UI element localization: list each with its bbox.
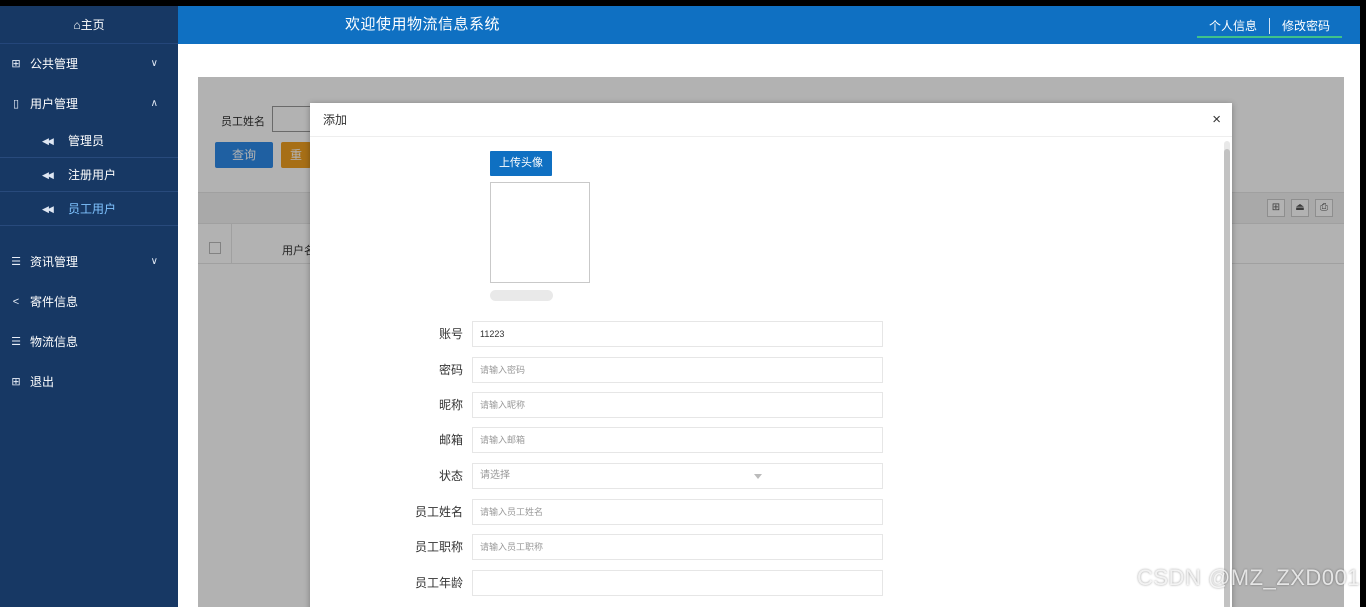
- sidebar-item-label: 公共管理: [30, 57, 79, 71]
- sidebar-subitem-label: 员工用户: [68, 202, 117, 216]
- top-bar: 欢迎使用物流信息系统 个人信息 修改密码: [178, 6, 1360, 44]
- avatar-preview: [490, 182, 590, 283]
- list-icon: ☰: [11, 256, 21, 268]
- user-links: 个人信息 修改密码: [1196, 16, 1342, 38]
- sidebar-subitem-label: 管理员: [68, 134, 105, 148]
- sidebar-subitem-admin[interactable]: ◀◀ 管理员: [0, 124, 178, 158]
- staff-name-label: 员工姓名: [414, 505, 463, 519]
- email-input[interactable]: 请输入邮箱: [472, 427, 883, 453]
- sidebar-subitem-staff[interactable]: ◀◀ 员工用户: [0, 192, 178, 226]
- double-arrow-left-icon: ◀◀: [42, 136, 54, 146]
- password-label: 密码: [438, 363, 463, 377]
- form-row-password: 密码 请输入密码: [310, 357, 910, 383]
- staff-name-input[interactable]: 请输入员工姓名: [472, 499, 883, 525]
- sidebar-item-public[interactable]: ⊞ 公共管理 ∨: [0, 44, 178, 84]
- add-dialog: 添加 × 上传头像 账号 11223 密码 请输入密码 昵称 请输入昵称 邮箱 …: [310, 103, 1232, 607]
- system-title: 欢迎使用物流信息系统: [345, 16, 501, 33]
- app-window: ⌂主页 ⊞ 公共管理 ∨ ▯ 用户管理 ∧ ◀◀ 管理员 ◀◀ 注册用户 ◀◀ …: [0, 6, 1360, 607]
- chevron-up-icon: ∧: [150, 98, 158, 109]
- account-input[interactable]: 11223: [472, 321, 883, 347]
- upload-avatar-button[interactable]: 上传头像: [490, 151, 552, 176]
- nickname-input[interactable]: 请输入昵称: [472, 392, 883, 418]
- grid-icon: ⊞: [11, 376, 21, 388]
- sidebar-subitem-label: 注册用户: [68, 168, 117, 182]
- double-arrow-left-icon: ◀◀: [42, 204, 54, 214]
- close-icon[interactable]: ×: [1212, 103, 1221, 137]
- dialog-header: 添加 ×: [310, 103, 1232, 137]
- sidebar-item-label: 退出: [30, 375, 55, 389]
- sidebar-item-label: 寄件信息: [30, 295, 79, 309]
- sidebar-item-logistics[interactable]: ☰ 物流信息: [0, 322, 178, 362]
- dialog-title: 添加: [323, 113, 348, 127]
- password-input[interactable]: 请输入密码: [472, 357, 883, 383]
- dropdown-arrow-icon: [754, 474, 762, 479]
- nickname-label: 昵称: [438, 398, 463, 412]
- upload-progress-bar: [490, 290, 553, 301]
- sidebar-item-label: 资讯管理: [30, 255, 79, 269]
- status-select-placeholder: 请选择: [480, 470, 510, 481]
- sidebar-item-users[interactable]: ▯ 用户管理 ∧: [0, 84, 178, 124]
- sidebar-home[interactable]: ⌂主页: [0, 6, 178, 44]
- status-select[interactable]: 请选择: [472, 463, 883, 489]
- form-row-email: 邮箱 请输入邮箱: [310, 427, 910, 453]
- sidebar-item-label: 用户管理: [30, 97, 79, 111]
- sidebar-item-label: 物流信息: [30, 335, 79, 349]
- form-row-staff-title: 员工职称 请输入员工职称: [310, 534, 910, 560]
- form-row-account: 账号 11223: [310, 321, 910, 347]
- form-row-staff-name: 员工姓名 请输入员工姓名: [310, 499, 910, 525]
- status-label: 状态: [438, 469, 463, 483]
- sidebar-item-logout[interactable]: ⊞ 退出: [0, 362, 178, 402]
- sidebar: ⌂主页 ⊞ 公共管理 ∨ ▯ 用户管理 ∧ ◀◀ 管理员 ◀◀ 注册用户 ◀◀ …: [0, 6, 178, 607]
- form-row-staff-age: 员工年龄: [310, 570, 910, 596]
- staff-age-label: 员工年龄: [414, 576, 463, 590]
- share-icon: <: [12, 296, 20, 308]
- form-row-status: 状态 请选择: [310, 463, 910, 489]
- watermark: CSDN @MZ_ZXD001: [1137, 565, 1360, 590]
- sidebar-item-news[interactable]: ☰ 资讯管理 ∨: [0, 242, 178, 282]
- change-password-link[interactable]: 修改密码: [1270, 16, 1342, 36]
- book-icon: ▯: [12, 98, 20, 110]
- staff-age-input[interactable]: [472, 570, 883, 596]
- email-label: 邮箱: [438, 433, 463, 447]
- staff-title-label: 员工职称: [414, 540, 463, 554]
- dialog-scrollbar[interactable]: [1224, 141, 1230, 607]
- grid-icon: ⊞: [11, 58, 21, 70]
- double-arrow-left-icon: ◀◀: [42, 170, 54, 180]
- profile-link[interactable]: 个人信息: [1197, 16, 1269, 36]
- list-icon: ☰: [11, 336, 21, 348]
- sidebar-item-shipping[interactable]: < 寄件信息: [0, 282, 178, 322]
- account-label: 账号: [438, 327, 463, 341]
- sidebar-subitem-registered[interactable]: ◀◀ 注册用户: [0, 158, 178, 192]
- staff-title-input[interactable]: 请输入员工职称: [472, 534, 883, 560]
- chevron-down-icon: ∨: [150, 256, 158, 267]
- chevron-down-icon: ∨: [150, 58, 158, 69]
- form-row-nickname: 昵称 请输入昵称: [310, 392, 910, 418]
